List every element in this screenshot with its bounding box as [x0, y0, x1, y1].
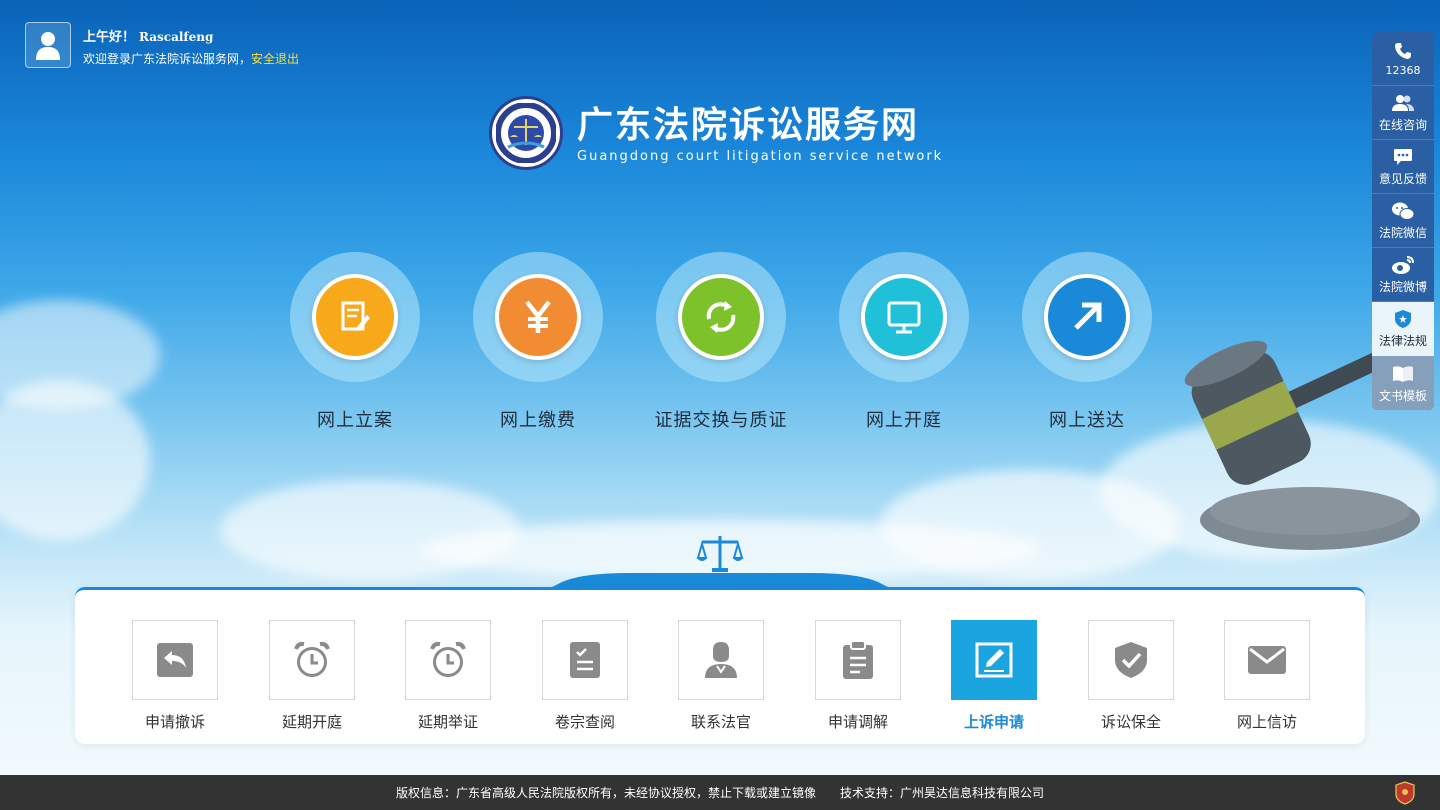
service-label: 网上立案	[317, 410, 393, 431]
sidebar-item-feedback[interactable]: 意见反馈	[1372, 140, 1434, 194]
tool-file-review[interactable]: 卷宗查阅	[542, 620, 628, 732]
sidebar-item-label: 法院微信	[1378, 226, 1427, 240]
sidebar-item-label: 意见反馈	[1378, 172, 1427, 186]
alarm-clock-icon	[405, 620, 491, 700]
tool-online-petition[interactable]: 网上信访	[1224, 620, 1310, 732]
tool-label: 诉讼保全	[1100, 713, 1161, 731]
sidebar-item-label: 在线咨询	[1378, 118, 1427, 132]
service-online-delivery[interactable]: 网上送达	[1022, 252, 1152, 432]
document-edit-icon	[312, 274, 398, 360]
tool-label: 卷宗查阅	[554, 713, 615, 731]
service-online-payment[interactable]: 网上缴费	[473, 252, 603, 432]
sidebar-item-laws[interactable]: 法律法规	[1372, 302, 1434, 356]
tool-label: 网上信访	[1236, 713, 1297, 731]
tool-preservation[interactable]: 诉讼保全	[1088, 620, 1174, 732]
tool-withdraw-suit[interactable]: 申请撤诉	[132, 620, 218, 732]
monitor-icon	[861, 274, 947, 360]
sidebar-item-label: 12368	[1385, 64, 1421, 77]
judge-icon	[678, 620, 764, 700]
reply-icon	[132, 620, 218, 700]
right-sidebar: 12368 在线咨询 意见反馈 法院微信 法院微博 法律法规 文书模板	[1372, 32, 1434, 410]
chat-icon	[1393, 146, 1413, 168]
checklist-icon	[542, 620, 628, 700]
weibo-icon	[1391, 254, 1415, 276]
service-label: 证据交换与质证	[654, 410, 788, 431]
sidebar-item-templates[interactable]: 文书模板	[1372, 356, 1434, 410]
tool-label: 延期开庭	[281, 713, 342, 731]
user-icon	[36, 32, 60, 60]
tool-label: 上诉申请	[963, 713, 1024, 731]
sidebar-item-label: 法院微博	[1378, 280, 1427, 294]
sidebar-item-weibo[interactable]: 法院微博	[1372, 248, 1434, 302]
welcome-line: 欢迎登录广东法院诉讼服务网，安全退出	[83, 50, 299, 67]
mail-icon	[1224, 620, 1310, 700]
yuan-icon	[495, 274, 581, 360]
users-icon	[1392, 92, 1414, 114]
site-title: 广东法院诉讼服务网	[577, 103, 920, 146]
scale-icon	[696, 536, 744, 572]
tool-contact-judge[interactable]: 联系法官	[678, 620, 764, 732]
service-online-hearing[interactable]: 网上开庭	[839, 252, 969, 432]
tool-postpone-evidence[interactable]: 延期举证	[405, 620, 491, 732]
tool-request-mediation[interactable]: 申请调解	[815, 620, 901, 732]
court-badge-icon	[1395, 781, 1415, 805]
sidebar-item-wechat[interactable]: 法院微信	[1372, 194, 1434, 248]
service-label: 网上缴费	[500, 410, 576, 431]
logout-link[interactable]: 安全退出	[251, 52, 299, 66]
tool-appeal-application[interactable]: 上诉申请	[951, 620, 1037, 732]
greeting: 上午好！ Rascalfeng	[83, 26, 299, 45]
username: Rascalfeng	[139, 30, 214, 44]
tool-label: 延期举证	[417, 713, 478, 731]
service-online-filing[interactable]: 网上立案	[290, 252, 420, 432]
site-subtitle: Guangdong court litigation service netwo…	[577, 148, 944, 164]
alarm-clock-icon	[269, 620, 355, 700]
service-label: 网上开庭	[866, 410, 942, 431]
clipboard-icon	[815, 620, 901, 700]
site-logo[interactable]: 广东法院诉讼服务网 Guangdong court litigation ser…	[489, 96, 943, 170]
arrow-up-right-icon	[1044, 274, 1130, 360]
sidebar-item-label: 法律法规	[1378, 334, 1427, 348]
welcome-text: 欢迎登录广东法院诉讼服务网，	[83, 52, 252, 66]
sidebar-item-label: 文书模板	[1378, 388, 1427, 403]
footer-copyright: 版权信息：广东省高级人民法院版权所有，未经协议授权，禁止下载或建立镜像	[395, 786, 816, 800]
tool-postpone-hearing[interactable]: 延期开庭	[269, 620, 355, 732]
service-evidence-exchange[interactable]: 证据交换与质证	[655, 252, 787, 432]
court-emblem-icon	[489, 96, 563, 170]
shield-star-icon	[1394, 308, 1412, 330]
sidebar-item-hotline[interactable]: 12368	[1372, 32, 1434, 86]
phone-icon	[1394, 40, 1412, 62]
tool-label: 申请调解	[827, 713, 888, 731]
footer-support: 技术支持：广州昊达信息科技有限公司	[840, 786, 1045, 800]
cloud-decoration	[0, 380, 150, 540]
tool-label: 联系法官	[690, 713, 751, 731]
avatar[interactable]	[25, 22, 71, 68]
book-icon	[1392, 363, 1414, 385]
tool-label: 申请撤诉	[144, 713, 205, 731]
exchange-icon	[678, 274, 764, 360]
pen-edit-icon	[951, 620, 1037, 700]
shield-check-icon	[1088, 620, 1174, 700]
wechat-icon	[1391, 200, 1415, 222]
greeting-text: 上午好！	[83, 30, 136, 45]
sidebar-item-consult[interactable]: 在线咨询	[1372, 86, 1434, 140]
footer: 版权信息：广东省高级人民法院版权所有，未经协议授权，禁止下载或建立镜像 技术支持…	[0, 775, 1440, 810]
quick-tools-panel: 申请撤诉 延期开庭 延期举证 卷宗查阅 联系法官 申请调解 上诉申请 诉讼保全 …	[75, 587, 1365, 744]
user-info: 上午好！ Rascalfeng 欢迎登录广东法院诉讼服务网，安全退出	[25, 22, 299, 68]
